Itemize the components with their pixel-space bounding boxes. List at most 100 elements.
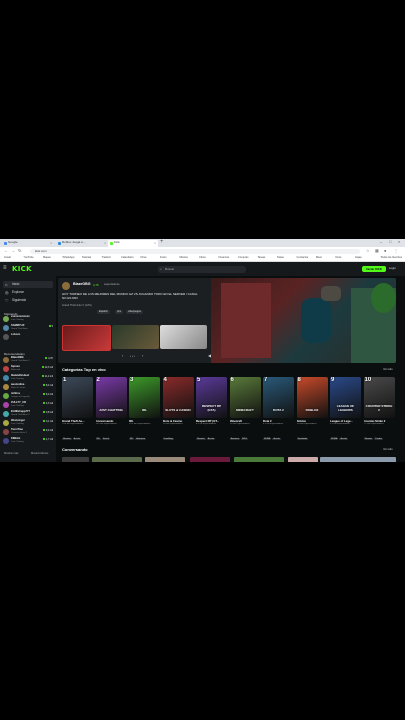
- reload-icon[interactable]: ↻: [18, 248, 21, 253]
- category-cover[interactable]: 3 IRL: [129, 377, 160, 418]
- tag-chip[interactable]: MOBA: [263, 438, 272, 440]
- bookmark-item[interactable]: Finanzas: [219, 256, 230, 259]
- bookmark-item[interactable]: YouTube: [24, 256, 34, 259]
- tab-kick[interactable]: Kick ×: [108, 240, 158, 247]
- tag-chip[interactable]: Acción: [272, 438, 282, 440]
- sidebar-channel[interactable]: xxxxxxxxxxxxx Just Chatting: [3, 315, 53, 324]
- featured-streamer-name[interactable]: BlazeOBG: [73, 282, 91, 286]
- sidebar-channel[interactable]: ZULLTY_CR Just Chatting 4,3 mil: [3, 401, 53, 410]
- category-card[interactable]: 10 COUNTER STRIKE 2 Counter-Strike 2 2,7 mi…: [363, 377, 395, 444]
- tag-chip[interactable]: Tirador: [374, 438, 384, 440]
- close-tab-icon[interactable]: ×: [104, 241, 106, 245]
- show-less-link[interactable]: Mostrar Menos: [31, 452, 48, 455]
- tag-chip[interactable]: Aventura: [135, 438, 147, 440]
- category-card[interactable]: 7 DOTA 2 Dota 2 4,2 mil espectadores MOBA Acc…: [263, 377, 294, 444]
- bookmark-item[interactable]: Gmail: [4, 256, 11, 259]
- category-cover[interactable]: 6 MINECRAFT: [229, 377, 261, 418]
- category-card[interactable]: 9 LEAGUE OF LEGENDS League of Lege... 3,1 m…: [330, 377, 361, 444]
- tag-chip[interactable]: MOBA: [330, 438, 339, 440]
- carousel-thumbnail[interactable]: [112, 325, 159, 349]
- close-window-icon[interactable]: ×: [398, 239, 400, 244]
- menu-dots-icon[interactable]: ⋮: [394, 248, 398, 253]
- sidebar-channel[interactable]: Ibaiandhisbest Just Chatting 11,4 mil: [3, 374, 53, 383]
- stream-thumbnail[interactable]: [190, 457, 230, 462]
- profile-icon[interactable]: ●: [384, 248, 386, 253]
- category-card[interactable]: 8 ROBLOX Roblox 3,6 mil espectadores Simulad…: [296, 377, 328, 444]
- bookmark-item[interactable]: Compras: [238, 256, 249, 259]
- carousel-thumbnail[interactable]: [160, 325, 207, 349]
- bookmark-item[interactable]: Todos los favoritos: [381, 256, 402, 259]
- sidebar-item-explorar[interactable]: ◎ Explorar: [3, 289, 53, 296]
- category-card[interactable]: 3 IRL IRL 10,2 mil espectadores IRL Aventura: [129, 377, 160, 444]
- category-card[interactable]: 4 SLOTS & CASINO Slots & Casino 9,6 mil esp…: [162, 377, 194, 444]
- avatar[interactable]: [62, 282, 70, 290]
- tag-chip[interactable]: Shooter: [62, 438, 72, 440]
- category-cover[interactable]: 10 COUNTER STRIKE 2: [363, 377, 395, 418]
- bookmark-item[interactable]: Mapas: [43, 256, 51, 259]
- see-all-categories-link[interactable]: Ver todo: [383, 368, 393, 371]
- tag-chip[interactable]: Gambling: [162, 438, 174, 440]
- bookmark-item[interactable]: Hojas: [355, 256, 362, 259]
- bookmark-item[interactable]: Meet: [316, 256, 322, 259]
- carousel-thumbnail[interactable]: [62, 325, 111, 351]
- extensions-icon[interactable]: ▦: [375, 248, 379, 253]
- carousel-prev-icon[interactable]: ‹: [122, 353, 123, 358]
- back-icon[interactable]: ←: [4, 248, 8, 253]
- category-card[interactable]: 5 RESPECT RP (GTA) Respect RP (GT... 6,1 mi…: [196, 377, 227, 444]
- tab-google[interactable]: Google ×: [2, 240, 54, 247]
- search-input[interactable]: ⌕ Buscar: [158, 265, 246, 273]
- tag-chip[interactable]: Español: [97, 310, 110, 314]
- sidebar-channel[interactable]: TwonTrae Counter-Strike 2 2,4 mil: [3, 428, 53, 437]
- login-link[interactable]: Login: [389, 266, 396, 270]
- bookmark-item[interactable]: Música: [180, 256, 188, 259]
- category-cover[interactable]: 2 JUST CHATTING: [95, 377, 127, 418]
- tag-chip[interactable]: videojuegos: [126, 310, 143, 314]
- minimize-icon[interactable]: –: [380, 239, 382, 244]
- go-live-button[interactable]: Iniciar KICK: [362, 266, 386, 272]
- tag-chip[interactable]: Acción: [72, 438, 82, 440]
- sidebar-channel[interactable]: Spreen Minecraft 12,3 mil: [3, 365, 53, 374]
- bookmark-item[interactable]: Drive: [141, 256, 147, 259]
- sidebar-channel[interactable]: BlazeOBG Grand Theft Auto V 4,7K: [3, 356, 53, 365]
- category-cover[interactable]: 9 LEAGUE OF LEGENDS: [330, 377, 361, 418]
- bookmark-item[interactable]: Noticias: [82, 256, 91, 259]
- sidebar-item-inicio[interactable]: ⌂ Inicio: [3, 281, 53, 288]
- sidebar-channel[interactable]: ELMilchapp777 Grand Theft Auto V 3,8 mil: [3, 410, 53, 419]
- close-tab-icon[interactable]: ×: [154, 241, 156, 245]
- bookmark-item[interactable]: Contactos: [297, 256, 309, 259]
- bookmark-item[interactable]: Docs: [336, 256, 342, 259]
- bookmark-item[interactable]: Fotos: [160, 256, 167, 259]
- category-cover[interactable]: 8 ROBLOX: [296, 377, 328, 418]
- featured-video-player[interactable]: [211, 278, 396, 363]
- show-more-link[interactable]: Mostrar más: [4, 452, 18, 455]
- bookmark-item[interactable]: Notas: [277, 256, 284, 259]
- bookmark-item[interactable]: Calendario: [121, 256, 134, 259]
- new-tab-button[interactable]: +: [160, 239, 164, 245]
- tag-chip[interactable]: Shooter: [363, 438, 374, 440]
- see-all-conversando-link[interactable]: Ver todo: [383, 448, 393, 451]
- stream-thumbnail[interactable]: [145, 457, 185, 462]
- tag-chip[interactable]: Social: [101, 438, 110, 440]
- sidebar-item-siguiendo[interactable]: ♡ Siguiendo: [3, 297, 53, 304]
- featured-stream[interactable]: BlazeOBG 4,7K espectadores HOY TORNEO DE…: [58, 278, 396, 363]
- stream-thumbnail[interactable]: [92, 457, 142, 462]
- bookmark-item[interactable]: Tareas: [258, 256, 266, 259]
- kick-logo[interactable]: KICK: [12, 265, 32, 273]
- stream-category[interactable]: Grand Theft Auto V (GTA): [62, 304, 92, 307]
- sidebar-channel[interactable]: mrlkiss League of Legends 6,2 mil: [3, 392, 53, 401]
- tag-chip[interactable]: Acción: [206, 438, 216, 440]
- bookmark-star-icon[interactable]: ☆: [366, 248, 370, 253]
- carousel-next-icon[interactable]: ›: [142, 353, 143, 358]
- stream-thumbnail[interactable]: [288, 457, 318, 462]
- category-cover[interactable]: 4 SLOTS & CASINO: [162, 377, 194, 418]
- sidebar-channel[interactable]: K8Bizix Just Chatting 1,7 mil: [3, 437, 53, 446]
- bookmark-item[interactable]: WhatsApp: [63, 256, 75, 259]
- stream-thumbnail[interactable]: [320, 457, 396, 462]
- tag-chip[interactable]: Aventura: [229, 438, 241, 440]
- hamburger-menu-icon[interactable]: ≡: [3, 265, 7, 271]
- tab-roblox[interactable]: Roblox Juega a ... ×: [56, 240, 108, 247]
- tag-chip[interactable]: IRL: [129, 438, 135, 440]
- tag-chip[interactable]: rpm: [115, 310, 124, 314]
- sidebar-channel[interactable]: Lobozo: [3, 333, 53, 342]
- sidebar-channel[interactable]: Westsinger Just Chatting 3,1 mil: [3, 419, 53, 428]
